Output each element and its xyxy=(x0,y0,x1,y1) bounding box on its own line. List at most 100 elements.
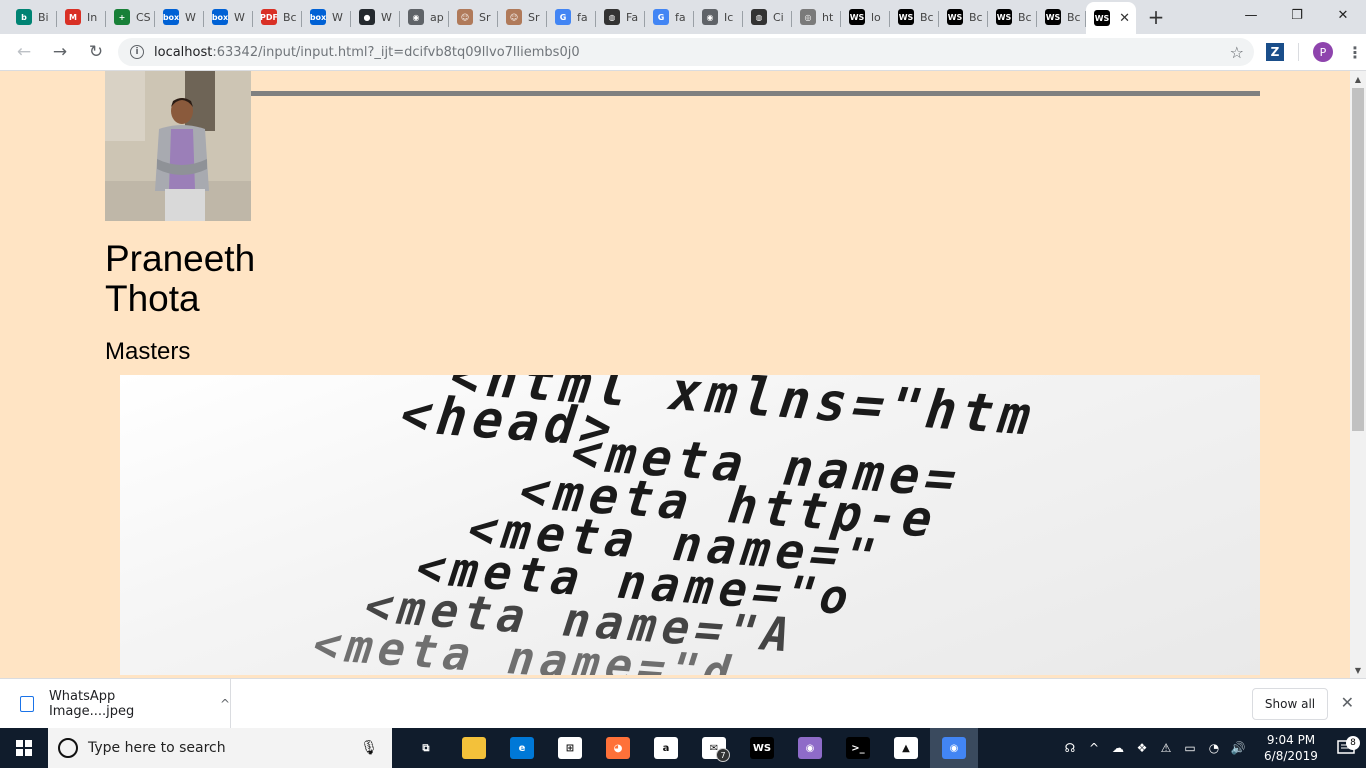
tab-label: Sr xyxy=(528,10,540,24)
browser-tab[interactable]: WS Bc xyxy=(939,3,988,31)
browser-tab[interactable]: PDF Bc xyxy=(253,3,302,31)
browser-tab[interactable]: ◎ ht xyxy=(792,3,841,31)
onedrive-icon[interactable]: ☁ xyxy=(1106,741,1130,755)
url-path: :63342/input/input.html?_ijt=dcifvb8tq09… xyxy=(212,44,580,60)
wifi-icon[interactable]: ◔ xyxy=(1202,741,1226,755)
taskbar-clock[interactable]: 9:04 PM 6/8/2019 xyxy=(1256,732,1326,764)
start-button[interactable] xyxy=(0,728,48,768)
browser-tab[interactable]: ◍ Ci xyxy=(743,3,792,31)
scroll-up-arrow-icon[interactable]: ▲ xyxy=(1350,71,1366,87)
forward-button[interactable]: → xyxy=(44,36,76,68)
downloads-bar: WhatsApp Image....jpeg ^ Show all ✕ xyxy=(0,678,1366,729)
box-icon: box xyxy=(212,9,228,25)
new-tab-button[interactable]: + xyxy=(1142,3,1170,31)
back-button[interactable]: ← xyxy=(8,36,40,68)
reload-button[interactable]: ↻ xyxy=(80,36,112,68)
taskbar-app[interactable] xyxy=(450,728,498,768)
tab-label: CS xyxy=(136,10,151,24)
taskbar-app[interactable]: ⧉ xyxy=(402,728,450,768)
browser-tab[interactable]: WS lo xyxy=(841,3,890,31)
html-code-illustration: <html xmlns="htm<head><meta name=<meta h… xyxy=(306,375,1046,675)
browser-tab-active[interactable]: WS ✕ xyxy=(1086,2,1136,34)
page-scrollbar[interactable]: ▲ ▼ xyxy=(1350,71,1366,678)
eye-icon: ◍ xyxy=(751,9,767,25)
people-icon[interactable]: ☊ xyxy=(1058,741,1082,755)
github-icon: ● xyxy=(359,9,375,25)
action-center-button[interactable]: 8 xyxy=(1326,736,1366,756)
taskbar-app[interactable]: ▲ xyxy=(882,728,930,768)
mail-unread-badge: 7 xyxy=(716,748,730,762)
window-controls: — ❐ ✕ xyxy=(1228,0,1366,30)
webstorm-icon: WS xyxy=(1045,9,1061,25)
microphone-icon[interactable]: 🎙 xyxy=(360,740,378,756)
taskbar-app[interactable]: >_ xyxy=(834,728,882,768)
download-options-chevron-icon[interactable]: ^ xyxy=(220,697,230,711)
taskbar-app[interactable]: ◉ xyxy=(786,728,834,768)
scrollbar-thumb[interactable] xyxy=(1352,88,1364,431)
warning-icon[interactable]: ⚠ xyxy=(1154,741,1178,755)
taskbar-app[interactable]: ⊞ xyxy=(546,728,594,768)
search-placeholder: Type here to search xyxy=(88,740,226,756)
dropbox-icon[interactable]: ❖ xyxy=(1130,741,1154,755)
browser-tab[interactable]: b Bi xyxy=(8,3,57,31)
google-icon: G xyxy=(653,9,669,25)
taskbar-search-box[interactable]: Type here to search 🎙 xyxy=(48,728,392,768)
profile-avatar[interactable]: P xyxy=(1313,42,1333,62)
webstorm-icon: WS xyxy=(1094,10,1110,26)
tab-list: b Bi M In + CS box Wbox W PDF Bc box W ● W ◉ ap ☺ Sr ☺ Sr Gfa… xyxy=(0,0,1170,34)
browser-tab[interactable]: box W xyxy=(155,3,204,31)
browser-tab[interactable]: Gfa xyxy=(645,3,694,31)
github-desktop-icon: ◉ xyxy=(798,737,822,759)
tab-label: W xyxy=(332,10,343,24)
browser-tab[interactable]: ☺ Sr xyxy=(449,3,498,31)
restore-button[interactable]: ❐ xyxy=(1274,0,1320,30)
taskbar-app[interactable]: ✉ 7 xyxy=(690,728,738,768)
scroll-down-arrow-icon[interactable]: ▼ xyxy=(1350,662,1366,678)
browser-tab[interactable]: WS Bc xyxy=(1037,3,1086,31)
tray-icons: ☊ ^ ☁ ❖ ⚠ ▭ ◔ 🔊 xyxy=(1058,741,1250,755)
browser-tab[interactable]: ◍ Fa xyxy=(596,3,645,31)
bookmark-star-icon[interactable]: ☆ xyxy=(1230,43,1244,62)
browser-tab[interactable]: Gfa xyxy=(547,3,596,31)
show-hidden-icons-chevron[interactable]: ^ xyxy=(1082,741,1106,755)
window-close-button[interactable]: ✕ xyxy=(1320,0,1366,30)
browser-tab[interactable]: box W xyxy=(204,3,253,31)
tab-close-icon[interactable]: ✕ xyxy=(1119,11,1130,26)
browser-tab[interactable]: M In xyxy=(57,3,106,31)
store-icon: ⊞ xyxy=(558,737,582,759)
browser-tab[interactable]: + CS xyxy=(106,3,155,31)
browser-tab[interactable]: ◉ Ic xyxy=(694,3,743,31)
close-downloads-bar-icon[interactable]: ✕ xyxy=(1341,693,1354,712)
globe-icon: ◉ xyxy=(408,9,424,25)
address-bar[interactable]: i localhost:63342/input/input.html?_ijt=… xyxy=(118,38,1254,66)
taskbar-app[interactable]: WS xyxy=(738,728,786,768)
tab-label: Sr xyxy=(479,10,491,24)
browser-tab[interactable]: box W xyxy=(302,3,351,31)
browser-toolbar: ← → ↻ i localhost:63342/input/input.html… xyxy=(0,34,1366,71)
zotero-extension-icon[interactable]: Z xyxy=(1266,43,1284,61)
webstorm-icon: WS xyxy=(750,737,774,759)
download-item[interactable]: WhatsApp Image....jpeg ^ xyxy=(0,679,231,729)
taskbar-app[interactable]: ◕ xyxy=(594,728,642,768)
taskbar-app[interactable]: a xyxy=(642,728,690,768)
taskbar-app[interactable]: ◉ xyxy=(930,728,978,768)
minimize-button[interactable]: — xyxy=(1228,0,1274,30)
browser-tab[interactable]: WS Bc xyxy=(988,3,1037,31)
wiki-icon: ◎ xyxy=(800,9,816,25)
site-info-icon[interactable]: i xyxy=(130,45,144,59)
tab-label: Bc xyxy=(1067,10,1081,24)
browser-tab[interactable]: ◉ ap xyxy=(400,3,449,31)
browser-tab[interactable]: ☺ Sr xyxy=(498,3,547,31)
show-all-downloads-button[interactable]: Show all xyxy=(1252,688,1328,720)
browser-tab[interactable]: WS Bc xyxy=(890,3,939,31)
taskbar-app[interactable]: e xyxy=(498,728,546,768)
chrome-menu-icon[interactable]: ⋮ xyxy=(1347,43,1363,62)
firefox-icon: ◕ xyxy=(606,737,630,759)
tab-label: Bc xyxy=(969,10,983,24)
windows-logo-icon xyxy=(16,740,32,756)
webstorm-icon: WS xyxy=(898,9,914,25)
browser-tab[interactable]: ● W xyxy=(351,3,400,31)
battery-icon[interactable]: ▭ xyxy=(1178,741,1202,755)
clock-date: 6/8/2019 xyxy=(1264,749,1318,763)
volume-icon[interactable]: 🔊 xyxy=(1226,741,1250,755)
